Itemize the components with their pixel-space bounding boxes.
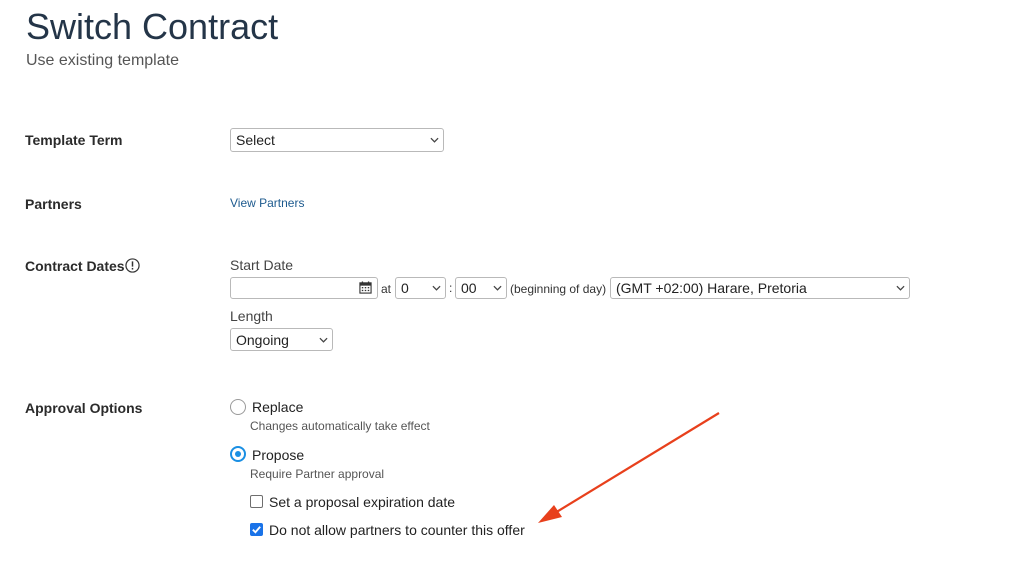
- hour-select[interactable]: 0: [395, 277, 446, 299]
- page-subtitle: Use existing template: [26, 52, 179, 69]
- hour-value: 0: [401, 280, 409, 296]
- view-partners-link[interactable]: View Partners: [230, 196, 304, 210]
- calendar-icon[interactable]: [359, 281, 372, 294]
- replace-description: Changes automatically take effect: [250, 419, 430, 433]
- length-label: Length: [230, 308, 273, 324]
- at-label: at: [381, 282, 392, 296]
- minute-value: 00: [461, 280, 477, 296]
- chevron-down-icon: [891, 278, 909, 298]
- propose-description: Require Partner approval: [250, 467, 385, 481]
- expiration-date-label[interactable]: Set a proposal expiration date: [269, 494, 455, 510]
- template-term-value: Select: [236, 132, 275, 148]
- chevron-down-icon: [425, 129, 443, 151]
- exclamation-circle-icon[interactable]: [125, 258, 140, 273]
- propose-label[interactable]: Propose: [252, 447, 304, 463]
- propose-radio[interactable]: [230, 446, 246, 462]
- expiration-date-checkbox[interactable]: [250, 495, 263, 508]
- start-date-label: Start Date: [230, 257, 294, 273]
- annotation-arrow: [538, 412, 720, 523]
- length-select[interactable]: Ongoing: [230, 328, 333, 351]
- chevron-down-icon: [427, 278, 445, 298]
- day-hint: (beginning of day): [510, 282, 607, 296]
- partners-label: Partners: [25, 196, 82, 212]
- template-term-label: Template Term: [25, 132, 123, 148]
- start-date-input[interactable]: [230, 277, 378, 299]
- arrow-head: [538, 505, 562, 523]
- length-value: Ongoing: [236, 331, 289, 348]
- checkmark-icon: [252, 526, 261, 534]
- page-title: Switch Contract: [26, 6, 279, 47]
- replace-radio[interactable]: [230, 399, 246, 415]
- no-counter-checkbox[interactable]: [250, 523, 263, 536]
- no-counter-label[interactable]: Do not allow partners to counter this of…: [269, 522, 525, 538]
- timezone-value: (GMT +02:00) Harare, Pretoria: [616, 280, 807, 296]
- contract-dates-label: Contract Dates: [25, 258, 125, 274]
- timezone-select[interactable]: (GMT +02:00) Harare, Pretoria: [610, 277, 910, 299]
- time-colon: :: [449, 281, 453, 295]
- chevron-down-icon: [314, 329, 332, 350]
- arrow-shaft: [549, 412, 720, 517]
- approval-options-label: Approval Options: [25, 400, 143, 416]
- template-term-select[interactable]: Select: [230, 128, 444, 152]
- replace-label[interactable]: Replace: [252, 399, 303, 415]
- minute-select[interactable]: 00: [455, 277, 507, 299]
- chevron-down-icon: [488, 278, 506, 298]
